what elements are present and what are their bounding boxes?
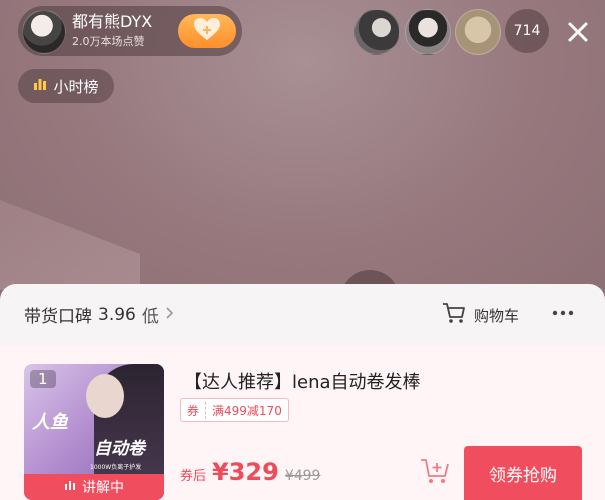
chevron-right-icon (165, 306, 174, 324)
product-title[interactable]: 【达人推荐】lena自动卷发棒 (184, 368, 421, 394)
hourly-rank-chip[interactable]: 小时榜 (18, 69, 114, 103)
product-rank-number: 1 (30, 370, 56, 388)
rating-label: 带货口碑 (24, 307, 92, 327)
sheet-header: 带货口碑 3.96 低 购物车 (0, 284, 605, 344)
thumbnail-model-face (86, 374, 124, 418)
explaining-label: 讲解中 (82, 480, 124, 496)
follow-button[interactable] (178, 14, 236, 48)
viewer-avatar[interactable] (354, 9, 400, 55)
host-name: 都有熊DYX (72, 12, 153, 31)
buy-with-coupon-button[interactable]: 领券抢购 (464, 446, 582, 500)
host-info-pill[interactable]: 都有熊DYX 2.0万本场点赞 (18, 6, 242, 56)
more-icon[interactable] (548, 300, 578, 326)
rating-level: 低 (141, 307, 159, 327)
viewer-count[interactable]: 714 (505, 9, 549, 53)
hourly-rank-label: 小时榜 (53, 77, 99, 96)
coupon-description: 满499减170 (212, 403, 282, 418)
add-to-cart-icon[interactable] (418, 456, 452, 486)
cart-label: 购物车 (474, 306, 520, 325)
equalizer-icon (64, 479, 76, 495)
thumbnail-text-3: 1000W负离子护发 (90, 464, 142, 471)
shopping-sheet: 带货口碑 3.96 低 购物车 1 人鱼 自动卷 1000W负离子护发 讲解中 … (0, 284, 605, 500)
heart-icon (192, 16, 222, 46)
host-likes: 2.0万本场点赞 (72, 35, 145, 48)
thumbnail-text-1: 人鱼 (32, 412, 68, 433)
cart-icon (442, 302, 466, 328)
rating-score: 3.96 (98, 304, 136, 325)
coupon-label: 券 (181, 401, 207, 419)
seller-rating[interactable]: 带货口碑 3.96 低 (24, 302, 174, 327)
thumbnail-text-2: 自动卷 (94, 439, 145, 459)
price-prefix: 券后 (180, 469, 207, 484)
explaining-badge: 讲解中 (24, 474, 164, 500)
viewer-avatar[interactable] (455, 9, 501, 55)
original-price: ¥499 (284, 468, 321, 484)
coupon-tag: 券 满499减170 (180, 398, 289, 422)
product-thumbnail[interactable]: 1 人鱼 自动卷 1000W负离子护发 讲解中 (24, 364, 164, 500)
bar-chart-icon (33, 77, 47, 95)
viewer-avatar[interactable] (405, 9, 451, 55)
host-avatar[interactable] (22, 10, 66, 54)
price: ¥329 (212, 458, 279, 486)
product-card[interactable]: 1 人鱼 自动卷 1000W负离子护发 讲解中 【达人推荐】lena自动卷发棒 … (0, 346, 605, 500)
price-row: 券后 ¥329 ¥499 (180, 458, 320, 486)
cart-link[interactable]: 购物车 (442, 302, 519, 328)
close-icon[interactable] (564, 18, 592, 46)
